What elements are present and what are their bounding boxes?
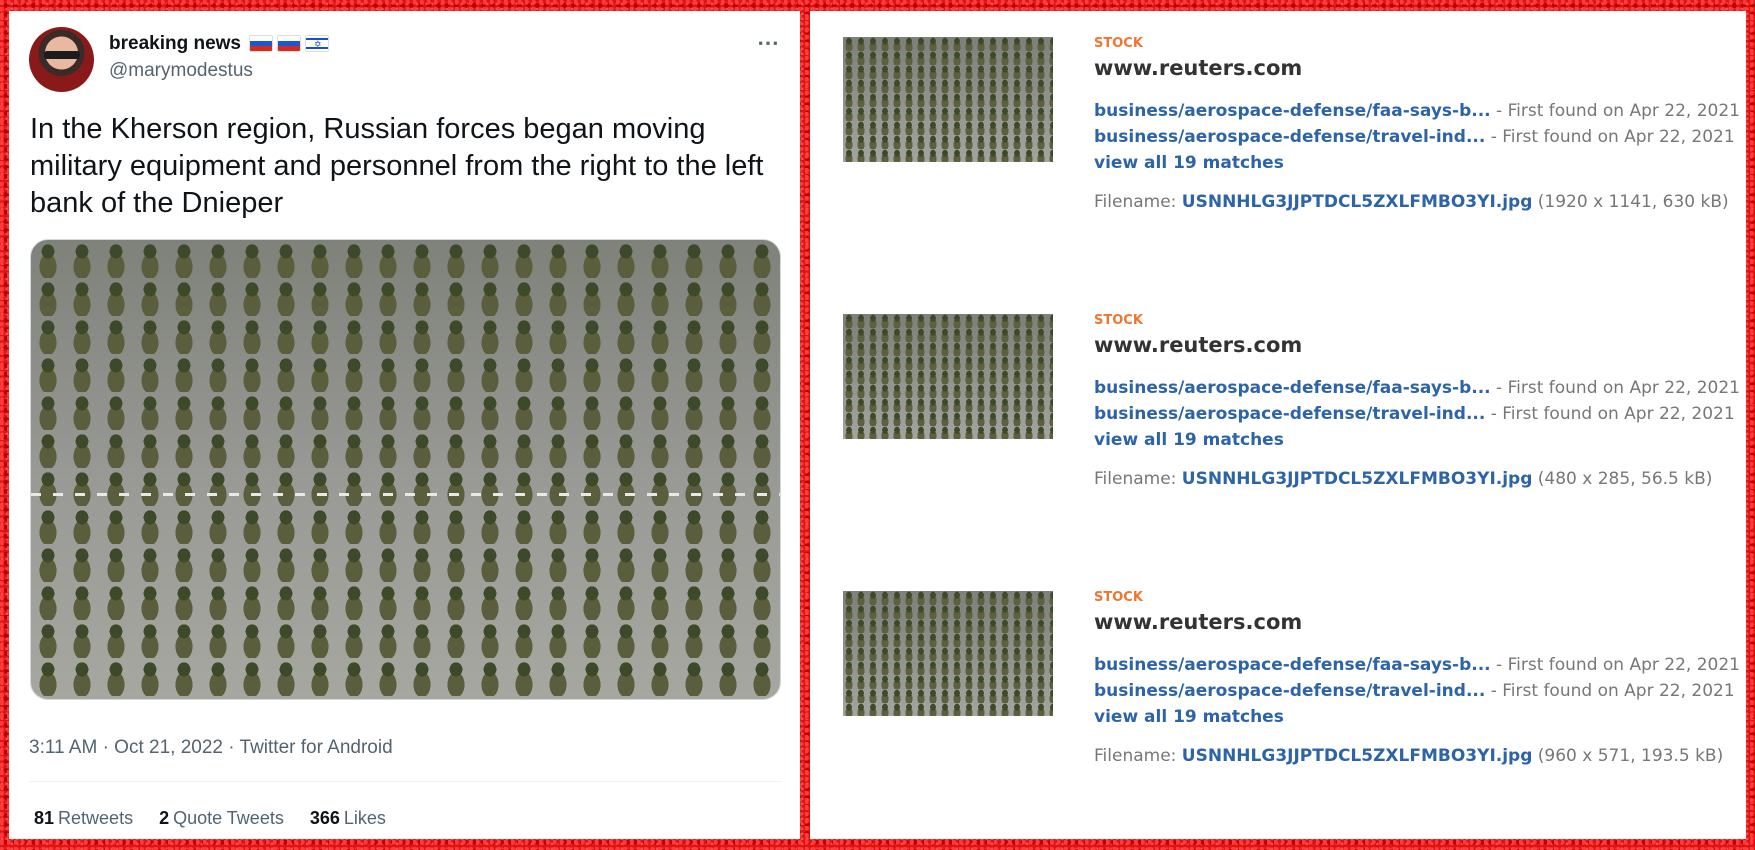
more-options-icon[interactable]: ⋯ bbox=[757, 32, 780, 54]
result-site[interactable]: www.reuters.com bbox=[1094, 333, 1302, 357]
likes-count: 366 bbox=[309, 808, 340, 828]
match-found-date: - First found on Apr 22, 2021 bbox=[1490, 378, 1740, 398]
search-result: STOCK www.reuters.com business/aerospace… bbox=[810, 565, 1746, 795]
result-thumbnail[interactable] bbox=[843, 314, 1053, 439]
result-tag: STOCK bbox=[1094, 313, 1143, 328]
result-thumbnail[interactable] bbox=[843, 591, 1053, 716]
match-found-date: - First found on Apr 22, 2021 bbox=[1490, 655, 1740, 675]
filename-link[interactable]: USNNHLG3JJPTDCL5ZXLFMBO3YI.jpg bbox=[1182, 746, 1533, 766]
match-row: business/aerospace-defense/travel-ind...… bbox=[1094, 404, 1735, 424]
result-thumbnail[interactable] bbox=[843, 37, 1053, 162]
match-link[interactable]: business/aerospace-defense/faa-says-b... bbox=[1094, 655, 1491, 675]
tweet-photo[interactable] bbox=[30, 239, 781, 700]
result-site[interactable]: www.reuters.com bbox=[1094, 56, 1302, 80]
match-link[interactable]: business/aerospace-defense/travel-ind... bbox=[1094, 404, 1485, 424]
match-link[interactable]: business/aerospace-defense/faa-says-b... bbox=[1094, 378, 1491, 398]
match-row: business/aerospace-defense/travel-ind...… bbox=[1094, 127, 1735, 147]
view-all-matches-link[interactable]: view all 19 matches bbox=[1094, 153, 1284, 173]
filename-label: Filename: bbox=[1094, 192, 1182, 212]
quotes-count: 2 bbox=[159, 808, 170, 828]
avatar-sunglasses bbox=[44, 51, 80, 59]
match-row: business/aerospace-defense/faa-says-b...… bbox=[1094, 378, 1740, 398]
match-link[interactable]: business/aerospace-defense/travel-ind... bbox=[1094, 127, 1485, 147]
tweet-text: In the Kherson region, Russian forces be… bbox=[30, 113, 764, 219]
result-filename: Filename: USNNHLG3JJPTDCL5ZXLFMBO3YI.jpg… bbox=[1094, 192, 1729, 212]
tweet-card: breaking news ✡ @marymodestus ⋯ In the K… bbox=[9, 11, 800, 839]
likes-stat[interactable]: 366 Likes bbox=[310, 808, 386, 829]
retweets-label: Retweets bbox=[58, 808, 134, 828]
filename-info: (960 x 571, 193.5 kB) bbox=[1532, 746, 1724, 766]
filename-link[interactable]: USNNHLG3JJPTDCL5ZXLFMBO3YI.jpg bbox=[1182, 469, 1533, 489]
israel-flag-icon: ✡ bbox=[305, 35, 329, 52]
result-filename: Filename: USNNHLG3JJPTDCL5ZXLFMBO3YI.jpg… bbox=[1094, 746, 1723, 766]
search-result: STOCK www.reuters.com business/aerospace… bbox=[810, 288, 1746, 518]
match-link[interactable]: business/aerospace-defense/travel-ind... bbox=[1094, 681, 1485, 701]
quotes-label: Quote Tweets bbox=[173, 808, 284, 828]
likes-label: Likes bbox=[343, 808, 386, 828]
russia-flag-icon bbox=[249, 35, 273, 52]
search-result: STOCK www.reuters.com business/aerospace… bbox=[810, 11, 1746, 241]
match-row: business/aerospace-defense/travel-ind...… bbox=[1094, 681, 1735, 701]
match-row: business/aerospace-defense/faa-says-b...… bbox=[1094, 101, 1740, 121]
russia-flag-icon bbox=[277, 35, 301, 52]
filename-label: Filename: bbox=[1094, 469, 1182, 489]
match-found-date: - First found on Apr 22, 2021 bbox=[1485, 127, 1735, 147]
retweets-count: 81 bbox=[34, 808, 55, 828]
view-all-matches-link[interactable]: view all 19 matches bbox=[1094, 707, 1284, 727]
search-results-panel: STOCK www.reuters.com business/aerospace… bbox=[810, 11, 1746, 839]
author-name[interactable]: breaking news bbox=[109, 33, 241, 55]
divider bbox=[29, 781, 782, 782]
author-handle[interactable]: @marymodestus bbox=[109, 60, 253, 82]
avatar[interactable] bbox=[29, 27, 94, 92]
match-found-date: - First found on Apr 22, 2021 bbox=[1490, 101, 1740, 121]
filename-info: (1920 x 1141, 630 kB) bbox=[1532, 192, 1729, 212]
match-row: business/aerospace-defense/faa-says-b...… bbox=[1094, 655, 1740, 675]
result-site[interactable]: www.reuters.com bbox=[1094, 610, 1302, 634]
quotes-stat[interactable]: 2 Quote Tweets bbox=[159, 808, 284, 829]
retweets-stat[interactable]: 81 Retweets bbox=[34, 808, 133, 829]
view-all-matches-link[interactable]: view all 19 matches bbox=[1094, 430, 1284, 450]
tweet-timestamp[interactable]: 3:11 AM · Oct 21, 2022 · Twitter for And… bbox=[29, 737, 393, 759]
result-tag: STOCK bbox=[1094, 590, 1143, 605]
author-flags: ✡ bbox=[249, 35, 329, 52]
road-marking bbox=[31, 493, 780, 496]
result-tag: STOCK bbox=[1094, 36, 1143, 51]
tweet-stats: 81 Retweets 2 Quote Tweets 366 Likes bbox=[34, 808, 386, 829]
match-found-date: - First found on Apr 22, 2021 bbox=[1485, 681, 1735, 701]
filename-info: (480 x 285, 56.5 kB) bbox=[1532, 469, 1713, 489]
match-link[interactable]: business/aerospace-defense/faa-says-b... bbox=[1094, 101, 1491, 121]
match-found-date: - First found on Apr 22, 2021 bbox=[1485, 404, 1735, 424]
result-filename: Filename: USNNHLG3JJPTDCL5ZXLFMBO3YI.jpg… bbox=[1094, 469, 1712, 489]
filename-link[interactable]: USNNHLG3JJPTDCL5ZXLFMBO3YI.jpg bbox=[1182, 192, 1533, 212]
filename-label: Filename: bbox=[1094, 746, 1182, 766]
